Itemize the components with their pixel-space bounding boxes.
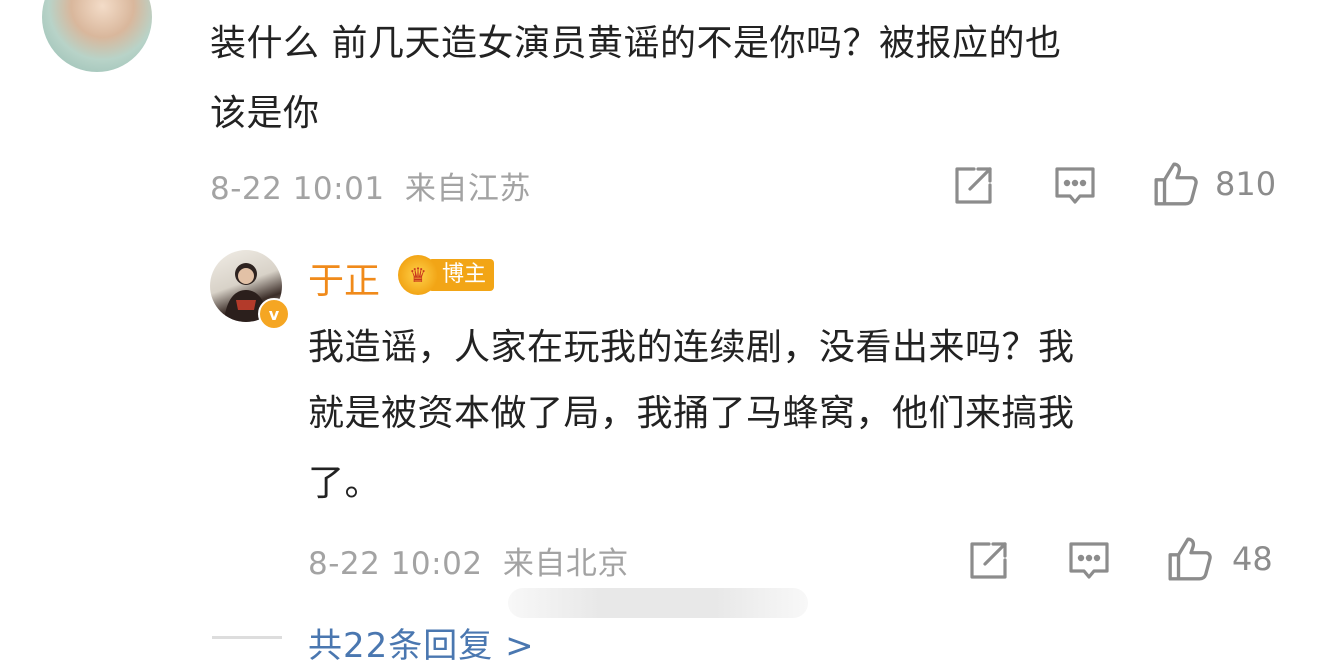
thumbs-up-icon[interactable]	[1152, 160, 1200, 208]
share-icon[interactable]	[965, 538, 1011, 584]
reply-meta: 8-22 10:02 来自北京	[308, 538, 629, 583]
reply-like-count: 48	[1232, 540, 1273, 578]
comment-location: 来自江苏	[404, 171, 531, 207]
reply-text-line3: 了。	[308, 463, 382, 504]
comment-like-count: 810	[1215, 165, 1277, 203]
blogger-badge: ♛ 博主	[398, 255, 495, 295]
reply-text-line1: 我造谣，人家在玩我的连续剧，没看出来吗？我	[308, 327, 1075, 368]
reply-timestamp: 8-22 10:02	[308, 546, 483, 582]
share-icon[interactable]	[950, 163, 996, 209]
comment-text-line2: 该是你	[210, 93, 320, 134]
verified-v-icon: v	[258, 298, 290, 330]
scroll-indicator[interactable]	[508, 588, 808, 618]
comment-icon[interactable]	[1066, 538, 1112, 584]
thumbs-up-icon[interactable]	[1166, 535, 1214, 583]
commenter-avatar[interactable]	[42, 0, 152, 72]
comment-meta: 8-22 10:01 来自江苏	[210, 163, 531, 208]
author-username[interactable]: 于正	[308, 252, 380, 304]
reply-location: 来自北京	[502, 546, 629, 582]
divider	[212, 636, 282, 639]
reply-text-line2: 就是被资本做了局，我捅了马蜂窝，他们来搞我	[308, 393, 1075, 434]
crown-icon: ♛	[398, 255, 438, 295]
comment-timestamp: 8-22 10:01	[210, 171, 385, 207]
comment-icon[interactable]	[1052, 163, 1098, 209]
comment-text-line1: 装什么 前几天造女演员黄谣的不是你吗？被报应的也	[210, 23, 1062, 64]
